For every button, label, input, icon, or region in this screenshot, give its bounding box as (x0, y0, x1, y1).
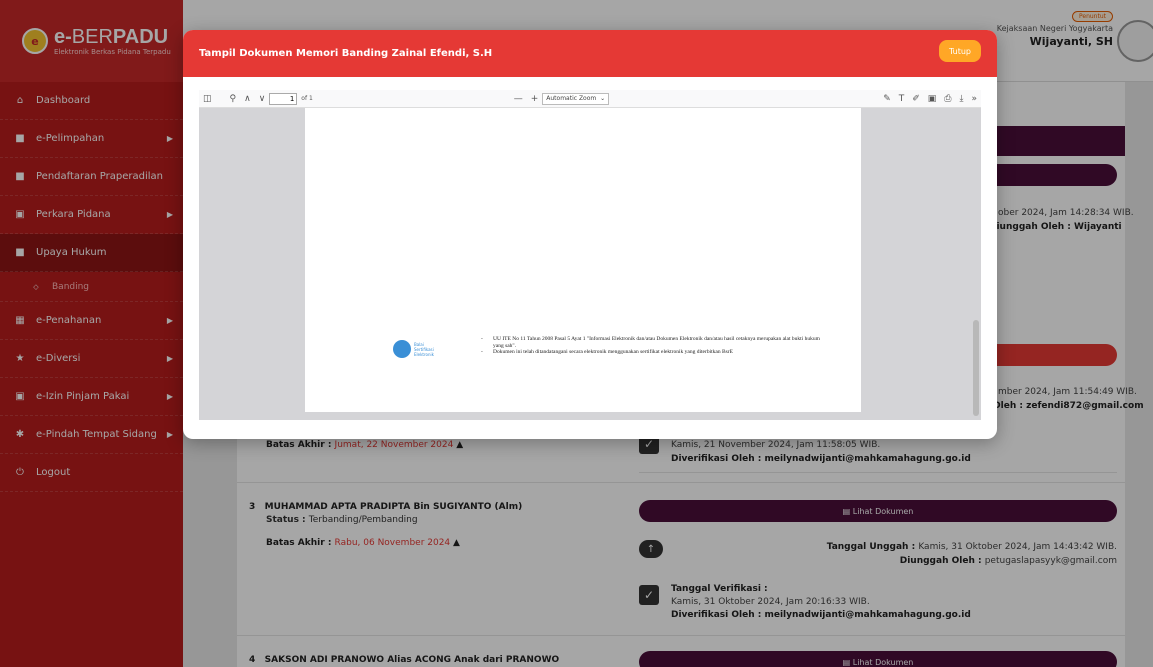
chevron-down-icon[interactable]: ∨ (259, 94, 266, 104)
more-tools-icon[interactable]: » (971, 94, 977, 104)
page-total: of 1 (301, 95, 313, 102)
text-icon[interactable]: T (899, 94, 905, 104)
page-number-input[interactable] (269, 92, 298, 105)
chevron-down-icon: ⌄ (600, 95, 606, 102)
pdf-scrollbar[interactable] (973, 320, 979, 416)
image-icon[interactable]: ▣ (928, 94, 937, 104)
pdf-viewer[interactable]: Balai Sertifikasi Elektronik UU ITE No 1… (199, 108, 981, 420)
sidebar-toggle-icon[interactable]: ◫ (203, 94, 212, 104)
pdf-footer-notes: UU ITE No 11 Tahun 2008 Pasal 5 Ayat 1 "… (481, 336, 821, 356)
modal-title: Tampil Dokumen Memori Banding Zainal Efe… (199, 48, 493, 59)
bsre-logo-icon (393, 340, 411, 358)
chevron-up-icon[interactable]: ∧ (244, 94, 251, 104)
zoom-in-icon[interactable]: + (531, 94, 539, 104)
download-icon[interactable]: ⤓ (960, 94, 964, 104)
highlight-icon[interactable]: ✎ (883, 94, 891, 104)
print-icon[interactable]: ⎙ (944, 94, 951, 104)
search-icon[interactable]: ⚲ (230, 94, 237, 104)
bsre-logo: Balai Sertifikasi Elektronik (393, 340, 434, 358)
pdf-page: Balai Sertifikasi Elektronik UU ITE No 1… (305, 108, 861, 412)
close-button[interactable]: Tutup (939, 40, 981, 62)
draw-icon[interactable]: ✐ (912, 94, 920, 104)
document-modal: Tampil Dokumen Memori Banding Zainal Efe… (183, 30, 997, 439)
zoom-select[interactable]: Automatic Zoom ⌄ (542, 92, 610, 105)
pdf-note: UU ITE No 11 Tahun 2008 Pasal 5 Ayat 1 "… (481, 336, 821, 349)
modal-header: Tampil Dokumen Memori Banding Zainal Efe… (183, 30, 997, 77)
zoom-out-icon[interactable]: — (514, 94, 523, 104)
pdf-toolbar: ◫ ⚲ ∧ ∨ of 1 — + Automatic Zoom ⌄ ✎ T ✐ … (199, 90, 981, 108)
pdf-note: Dokumen ini telah ditandatangani secara … (481, 349, 821, 356)
